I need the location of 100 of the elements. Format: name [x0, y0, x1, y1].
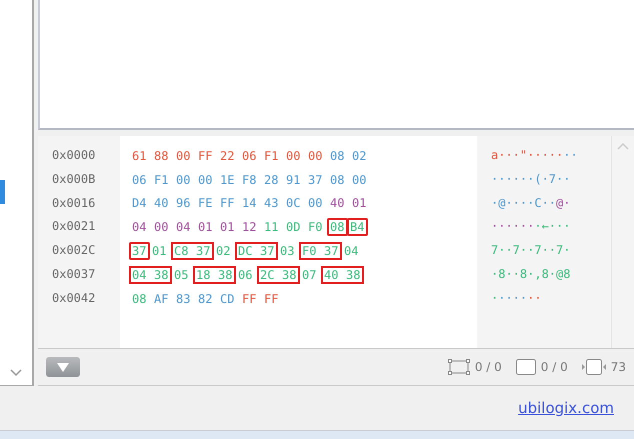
hex-byte: 96 — [175, 195, 192, 212]
hex-byte: FE — [197, 195, 214, 212]
hex-byte: FF — [219, 195, 236, 212]
hex-byte: 11 — [263, 219, 280, 236]
hex-byte: FF — [241, 290, 258, 308]
hex-byte: F8 — [241, 172, 258, 189]
dropdown-button[interactable] — [46, 357, 80, 377]
hex-byte: 06 — [237, 266, 254, 284]
highlighted-hex-byte: 38 — [215, 266, 236, 284]
hex-byte: 02 — [215, 243, 232, 260]
highlighted-hex-byte: 08 — [327, 218, 348, 236]
hex-byte: 06 — [131, 172, 148, 189]
hex-byte: 00 — [175, 148, 192, 165]
highlighted-hex-byte: 40 — [321, 266, 343, 284]
ascii-text: ·· — [527, 290, 542, 305]
highlighted-hex-byte: F0 — [299, 242, 321, 260]
hex-byte: 61 — [131, 148, 148, 165]
highlighted-hex-byte: DC — [235, 242, 257, 260]
highlighted-hex-byte: 38 — [151, 266, 172, 284]
selection-marker — [0, 180, 5, 204]
hex-byte: 28 — [263, 172, 280, 189]
offset-label: 0x0016 — [52, 194, 96, 212]
width-icon — [582, 359, 606, 375]
hex-byte: 08 — [131, 290, 148, 308]
ascii-text: ·←··· — [534, 219, 570, 234]
hex-byte: AF — [153, 290, 170, 308]
hex-byte: F0 — [307, 219, 324, 236]
hex-byte: 01 — [197, 219, 214, 236]
hex-byte: 0C — [285, 195, 302, 212]
hex-byte: 04 — [131, 219, 148, 236]
hex-byte: 0D — [285, 219, 302, 236]
ascii-text: · — [491, 290, 498, 305]
highlighted-hex-byte: 37 — [129, 242, 150, 260]
ascii-text: ······(·7·· — [491, 172, 570, 186]
counter-text: 0 / 0 — [540, 360, 568, 374]
ascii-text: ···· — [498, 290, 528, 305]
hex-byte: 00 — [153, 219, 170, 236]
highlighted-hex-byte: 38 — [279, 266, 300, 284]
hex-byte: 22 — [219, 148, 236, 165]
offset-label: 0x0037 — [52, 266, 96, 283]
chevron-down-icon[interactable] — [10, 369, 22, 377]
highlighted-hex-byte: 38 — [343, 266, 364, 284]
hex-byte: 40 — [329, 195, 346, 212]
hex-byte: 02 — [351, 148, 368, 165]
highlighted-hex-byte: 37 — [257, 242, 278, 260]
highlighted-hex-byte: 04 — [129, 266, 151, 284]
highlighted-hex-byte: 2C — [257, 266, 279, 284]
hex-byte: 01 — [151, 243, 168, 260]
website-link[interactable]: ubilogix.com — [518, 399, 614, 417]
hex-byte: 08 — [329, 172, 346, 189]
hex-byte: 00 — [307, 195, 324, 212]
highlighted-hex-byte: 37 — [193, 242, 214, 260]
highlighted-hex-byte: 37 — [321, 242, 342, 260]
hex-byte: 91 — [285, 172, 302, 189]
hex-byte: F1 — [153, 172, 170, 189]
highlighted-hex-byte: C8 — [171, 242, 193, 260]
hex-byte: 00 — [307, 148, 324, 165]
hex-byte: 14 — [241, 195, 258, 212]
hex-byte: 04 — [175, 219, 192, 236]
hex-byte: FF — [263, 290, 280, 308]
highlighted-hex-byte: B4 — [347, 218, 368, 236]
hex-byte: F1 — [263, 148, 280, 165]
hex-byte: D4 — [131, 195, 148, 212]
offset-label: 0x000B — [52, 170, 96, 188]
selection-icon — [448, 359, 470, 375]
ascii-text: ·· — [563, 148, 578, 162]
triangle-down-icon — [57, 362, 69, 372]
offset-label: 0x0042 — [52, 290, 96, 307]
hex-byte: 06 — [241, 148, 258, 165]
hex-byte: 08 — [329, 148, 346, 165]
offset-label: 0x0021 — [52, 218, 96, 236]
ascii-text: 7··7··7··7· — [491, 243, 570, 258]
frame-icon — [516, 359, 536, 375]
offset-label: 0x0000 — [52, 147, 96, 164]
hex-byte: 88 — [153, 148, 170, 165]
ascii-text: ·8··8·,8·@8 — [491, 266, 570, 281]
hex-byte: CD — [219, 290, 236, 308]
offset-label: 0x002C — [52, 242, 96, 260]
hex-byte: 83 — [175, 290, 192, 308]
hex-byte: 1E — [219, 172, 236, 189]
hex-byte: 05 — [173, 266, 190, 284]
hex-byte: FF — [197, 148, 214, 165]
hex-byte: 40 — [153, 195, 170, 212]
ascii-text: @· — [556, 196, 570, 210]
hex-byte: 07 — [301, 266, 318, 284]
hex-byte: 37 — [307, 172, 324, 189]
hex-byte: 12 — [241, 219, 258, 236]
ascii-text: ······ — [491, 219, 534, 234]
hex-byte: 00 — [175, 172, 192, 189]
ascii-text: a···"····· — [491, 148, 564, 162]
hex-byte: 04 — [343, 243, 360, 260]
chevron-up-icon[interactable] — [617, 142, 629, 150]
hex-byte: 01 — [219, 219, 236, 236]
hex-byte: 43 — [263, 195, 280, 212]
hex-byte: 01 — [351, 195, 368, 212]
counter-text: 73 — [610, 360, 626, 374]
highlighted-hex-byte: 18 — [193, 266, 215, 284]
ascii-text: ·@····C·· — [491, 196, 556, 210]
hex-byte: 00 — [285, 148, 302, 165]
hex-byte: 03 — [279, 243, 296, 260]
